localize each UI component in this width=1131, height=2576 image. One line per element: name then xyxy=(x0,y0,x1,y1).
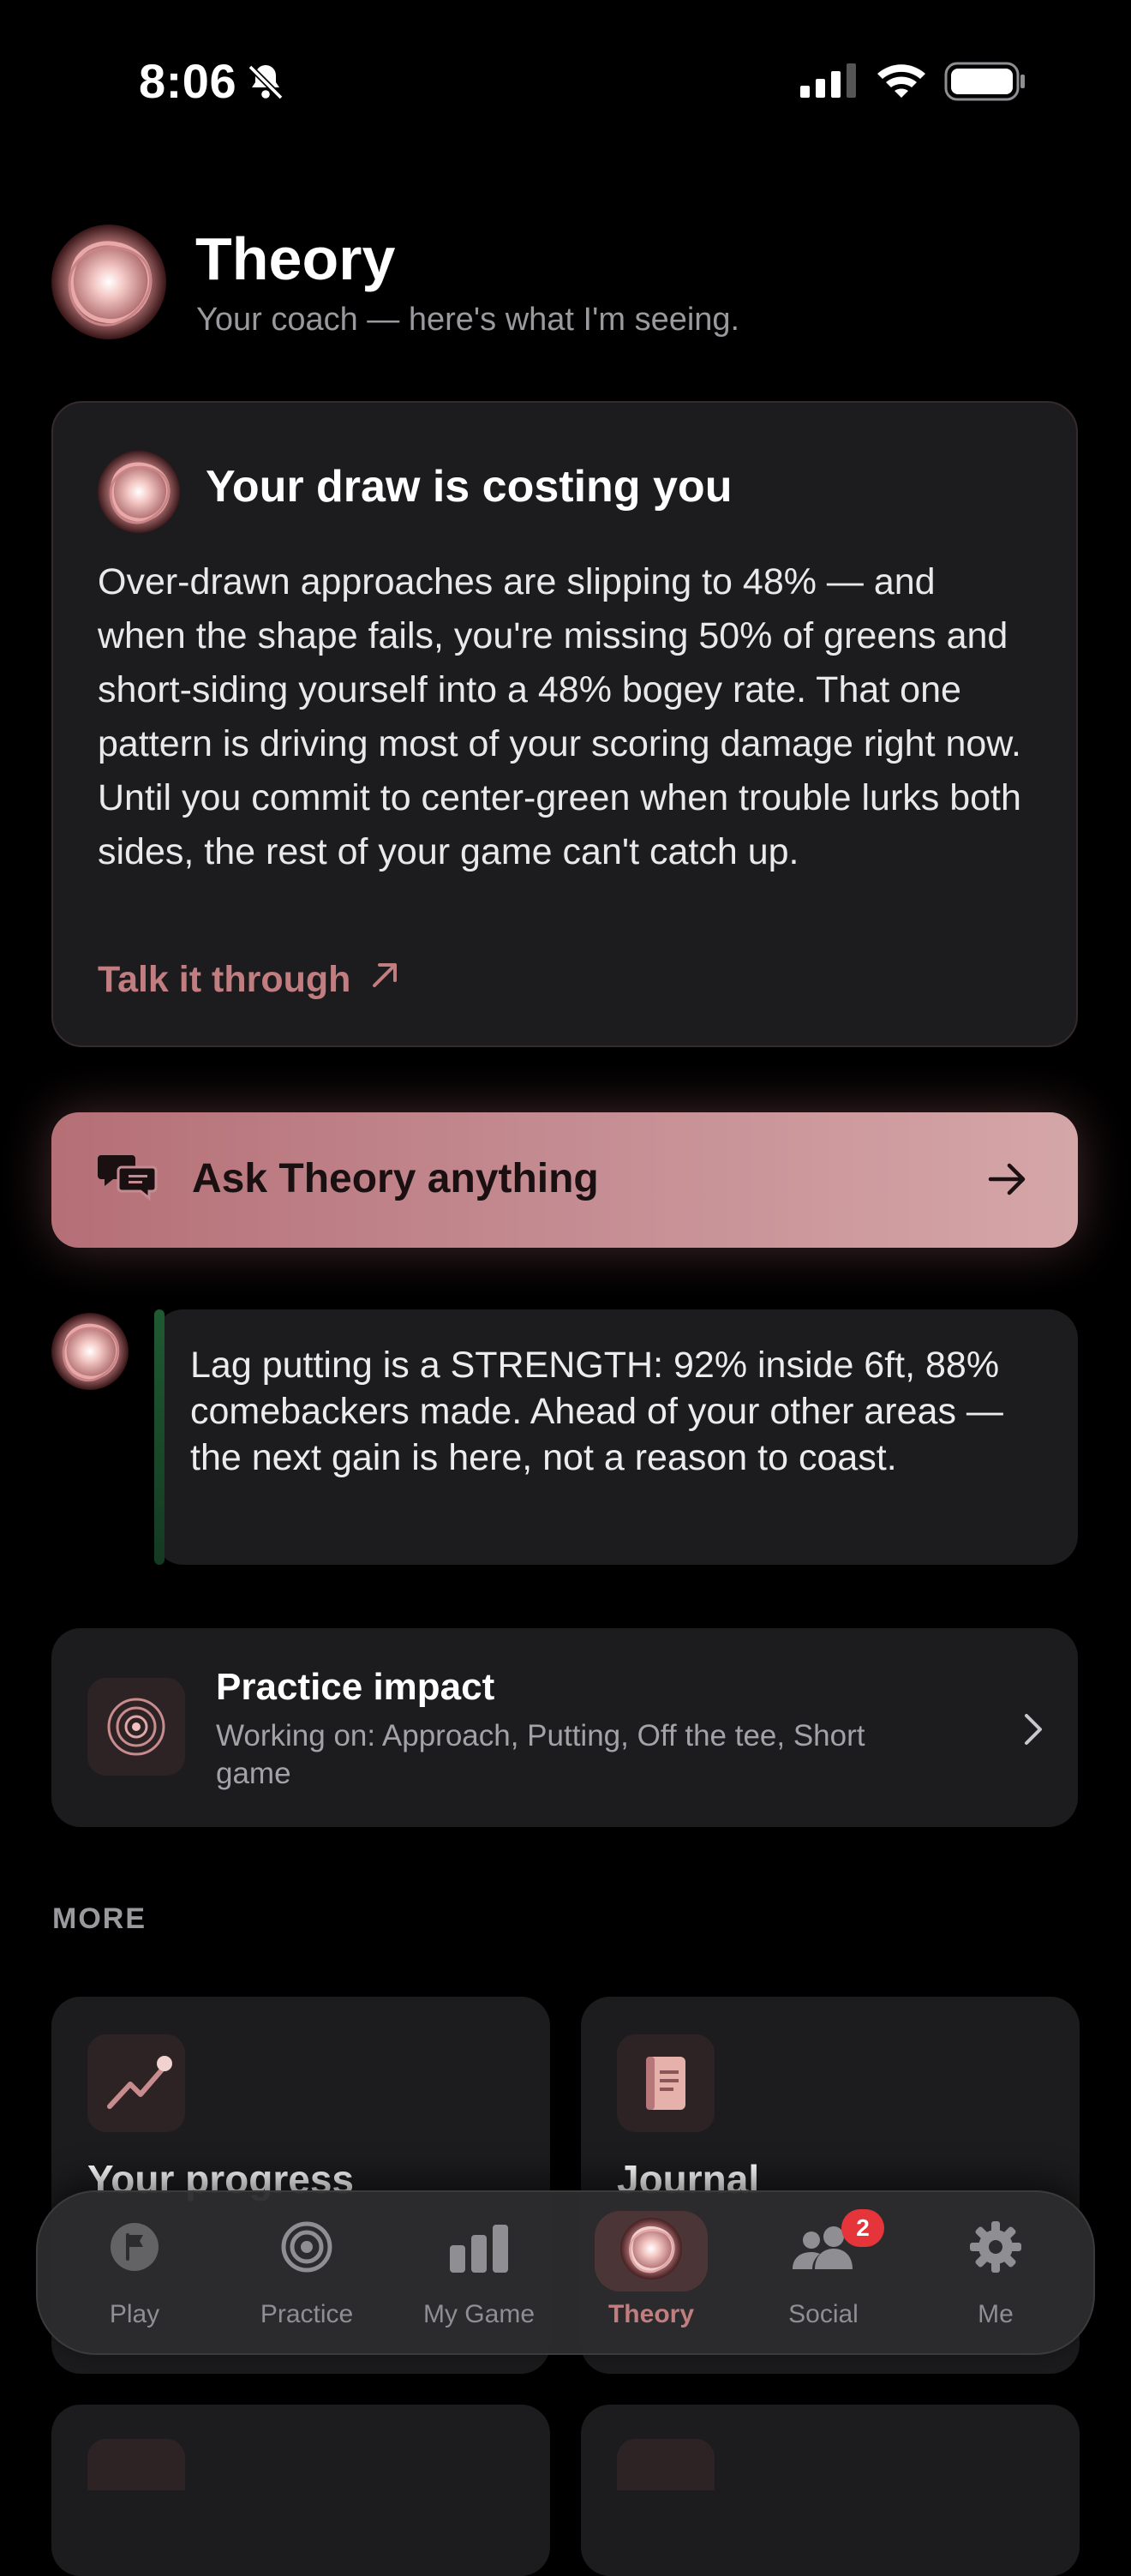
tab-theory-label: Theory xyxy=(607,2300,695,2328)
wifi-icon xyxy=(874,60,929,104)
more-card[interactable] xyxy=(581,2405,1080,2576)
practice-impact-subtitle: Working on: Approach, Putting, Off the t… xyxy=(216,1719,865,1790)
card-icon xyxy=(617,2439,715,2490)
bar-chart-icon xyxy=(448,2220,510,2279)
talk-it-through-link[interactable]: Talk it through xyxy=(98,958,402,1002)
tab-social-label: Social xyxy=(788,2300,859,2328)
tab-my-game-label: My Game xyxy=(422,2300,536,2328)
social-notification-badge: 2 xyxy=(841,2209,884,2247)
tab-my-game[interactable]: My Game xyxy=(406,2211,552,2339)
strength-accent-bar xyxy=(154,1309,165,1565)
target-rings-icon xyxy=(87,1678,185,1776)
gear-icon xyxy=(968,2220,1023,2279)
status-time: 8:06 xyxy=(139,54,237,108)
arrow-right-icon xyxy=(985,1157,1030,1206)
target-icon xyxy=(279,2220,334,2279)
journal-book-icon xyxy=(617,2034,715,2132)
bell-muted-icon xyxy=(245,62,286,107)
chat-bubbles-icon xyxy=(98,1150,159,1209)
arrow-up-right-icon xyxy=(368,958,402,1002)
talk-it-through-label: Talk it through xyxy=(98,959,351,1000)
ask-theory-label: Ask Theory anything xyxy=(192,1156,599,1201)
tab-play[interactable]: Play xyxy=(62,2211,207,2339)
tab-practice-label: Practice xyxy=(260,2300,354,2328)
cellular-signal-icon xyxy=(800,63,859,102)
flag-icon xyxy=(107,2220,162,2279)
tab-me-label: Me xyxy=(978,2300,1014,2328)
tab-practice[interactable]: Practice xyxy=(234,2211,380,2339)
insight-orb-icon xyxy=(98,451,180,533)
more-card[interactable] xyxy=(51,2405,550,2576)
chevron-right-icon xyxy=(1020,1710,1047,1752)
battery-icon xyxy=(944,62,1026,105)
theory-orb-icon xyxy=(620,2218,682,2279)
theory-orb-avatar xyxy=(51,225,166,339)
tab-me[interactable]: Me xyxy=(923,2211,1068,2339)
trend-up-icon xyxy=(87,2034,185,2132)
strength-orb-avatar xyxy=(51,1313,129,1390)
more-section-label: MORE xyxy=(52,1902,147,1935)
strength-text: Lag putting is a STRENGTH: 92% inside 6f… xyxy=(190,1345,1003,1478)
page-subtitle: Your coach — here's what I'm seeing. xyxy=(196,302,740,338)
tab-play-label: Play xyxy=(109,2300,160,2328)
ask-theory-button[interactable]: Ask Theory anything xyxy=(51,1112,1078,1248)
card-icon xyxy=(87,2439,185,2490)
practice-impact-title: Practice impact xyxy=(216,1666,495,1708)
insight-title: Your draw is costing you xyxy=(206,462,733,512)
insight-body: Over-drawn approaches are slipping to 48… xyxy=(98,561,1021,872)
page-title: Theory xyxy=(195,225,396,292)
tab-theory[interactable]: Theory xyxy=(578,2211,724,2339)
